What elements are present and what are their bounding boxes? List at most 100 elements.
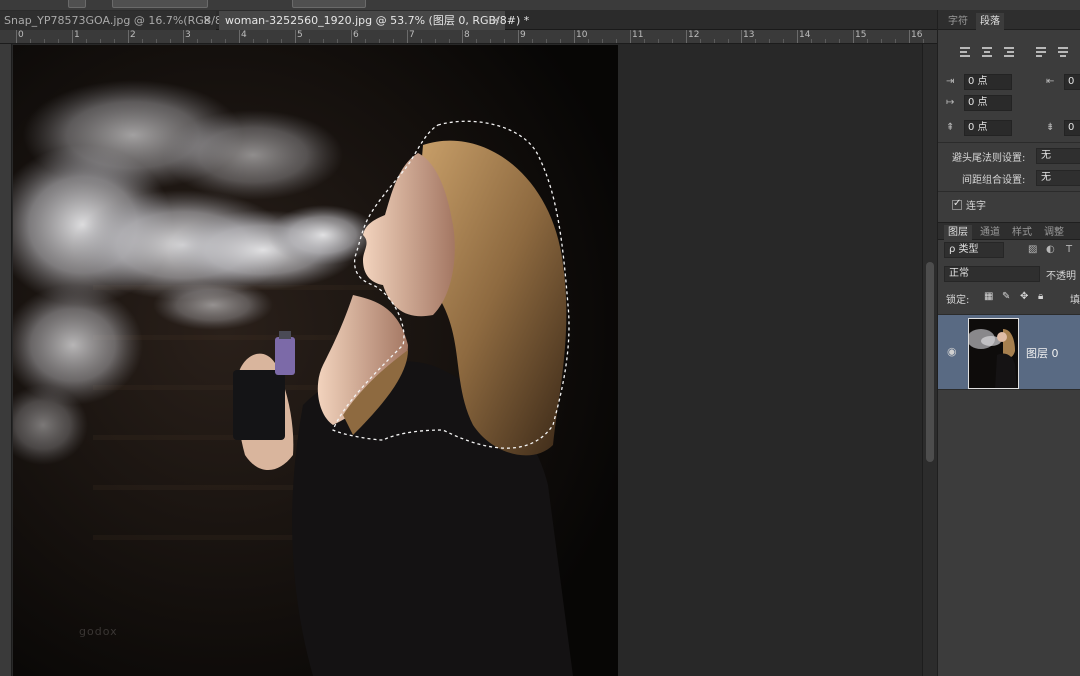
indent-right-input[interactable]: 0 bbox=[1064, 74, 1080, 90]
close-icon[interactable]: × bbox=[492, 11, 500, 30]
ruler-minor-tick bbox=[323, 39, 324, 43]
layer-filter-row: ρ 类型 ▨ ◐ T bbox=[944, 242, 1080, 258]
space-before-row: ⇞ 0 点 bbox=[946, 120, 1026, 138]
tool-option-field[interactable] bbox=[112, 0, 208, 8]
tab-paragraph[interactable]: 段落 bbox=[976, 13, 1004, 30]
tab-character[interactable]: 字符 bbox=[944, 13, 972, 30]
space-after-row: ⇟ 0 bbox=[1046, 120, 1080, 138]
type-filter-icon[interactable]: T bbox=[1066, 244, 1072, 255]
ruler-tick bbox=[16, 30, 17, 43]
ruler-minor-tick bbox=[114, 39, 115, 43]
blend-mode-select[interactable]: 正常 bbox=[944, 266, 1040, 282]
close-icon[interactable]: × bbox=[203, 11, 211, 30]
first-line-indent-icon: ↦ bbox=[946, 97, 955, 108]
tab-layers[interactable]: 图层 bbox=[944, 225, 972, 241]
ruler-label: 1 bbox=[74, 30, 80, 40]
document-tab-woman[interactable]: woman-3252560_1920.jpg @ 53.7% (图层 0, RG… bbox=[219, 11, 529, 30]
vertical-scrollbar[interactable] bbox=[922, 44, 937, 676]
ruler-minor-tick bbox=[197, 39, 198, 43]
mojikumi-select[interactable]: 无 bbox=[1036, 170, 1080, 186]
layer-thumbnail[interactable] bbox=[968, 318, 1019, 389]
ruler-minor-tick bbox=[504, 39, 505, 43]
indent-left-row: ⇥ 0 点 bbox=[946, 74, 1026, 92]
ruler-label: 10 bbox=[576, 30, 588, 40]
ruler-minor-tick bbox=[435, 39, 436, 43]
ruler-label: 4 bbox=[241, 30, 247, 40]
divider bbox=[938, 142, 1080, 143]
ruler-tick bbox=[909, 30, 910, 43]
ruler-minor-tick bbox=[267, 39, 268, 43]
ruler-tick bbox=[295, 30, 296, 43]
ruler-tick bbox=[239, 30, 240, 43]
tab-label: Snap_YP78573GOA.jpg @ 16.7%(RGB/8#) bbox=[4, 14, 236, 27]
watermark-text: godox bbox=[79, 625, 118, 638]
ruler-minor-tick bbox=[714, 39, 715, 43]
ruler-minor-tick bbox=[839, 39, 840, 43]
tool-option-button[interactable] bbox=[292, 0, 366, 8]
ruler-tick bbox=[462, 30, 463, 43]
ruler-minor-tick bbox=[546, 39, 547, 43]
layer-row[interactable]: ◉ 图层 0 bbox=[938, 314, 1080, 390]
tab-channels[interactable]: 通道 bbox=[976, 225, 1004, 241]
ruler-minor-tick bbox=[253, 39, 254, 43]
ruler-label: 9 bbox=[520, 30, 526, 40]
ruler-minor-tick bbox=[602, 39, 603, 43]
space-after-input[interactable]: 0 bbox=[1064, 120, 1080, 136]
document-tab-snap[interactable]: Snap_YP78573GOA.jpg @ 16.7%(RGB/8#) × bbox=[0, 11, 236, 30]
justify-center-icon[interactable] bbox=[1056, 45, 1070, 59]
image-filter-icon[interactable]: ▨ bbox=[1028, 244, 1037, 255]
ruler-tick bbox=[183, 30, 184, 43]
ruler-minor-tick bbox=[44, 39, 45, 43]
ruler-minor-tick bbox=[644, 39, 645, 43]
tab-styles[interactable]: 样式 bbox=[1008, 225, 1036, 241]
align-left-icon[interactable] bbox=[958, 45, 972, 59]
document-tab-bar: Snap_YP78573GOA.jpg @ 16.7%(RGB/8#) × wo… bbox=[0, 10, 937, 30]
ruler-tick bbox=[630, 30, 631, 43]
eye-icon[interactable]: ◉ bbox=[947, 345, 957, 358]
ruler-minor-tick bbox=[881, 39, 882, 43]
lock-all-icon[interactable]: 🔒︎ bbox=[1038, 291, 1043, 302]
ruler-tick bbox=[797, 30, 798, 43]
ruler-minor-tick bbox=[309, 39, 310, 43]
indent-left-input[interactable]: 0 点 bbox=[964, 74, 1012, 90]
kinsoku-row: 避头尾法则设置: 无 bbox=[952, 148, 1080, 164]
ruler-tick bbox=[72, 30, 73, 43]
ruler-minor-tick bbox=[755, 39, 756, 43]
lock-brush-icon[interactable]: ✎ bbox=[1002, 291, 1010, 302]
ruler-minor-tick bbox=[672, 39, 673, 43]
kinsoku-label: 避头尾法则设置: bbox=[952, 153, 1026, 164]
layer-name[interactable]: 图层 0 bbox=[1026, 345, 1059, 361]
vertical-ruler[interactable] bbox=[0, 44, 12, 676]
hyphenate-checkbox[interactable]: 连字 bbox=[952, 197, 986, 212]
adjustment-filter-icon[interactable]: ◐ bbox=[1046, 244, 1055, 255]
align-center-icon[interactable] bbox=[980, 45, 994, 59]
ruler-label: 2 bbox=[130, 30, 136, 40]
first-line-indent-row: ↦ 0 点 bbox=[946, 95, 1026, 113]
space-after-icon: ⇟ bbox=[1046, 122, 1055, 133]
tab-adjustments[interactable]: 调整 bbox=[1040, 225, 1068, 241]
space-before-icon: ⇞ bbox=[946, 122, 955, 133]
ruler-tick bbox=[128, 30, 129, 43]
lock-move-icon[interactable]: ✥ bbox=[1020, 291, 1028, 302]
layer-kind-filter[interactable]: ρ 类型 bbox=[944, 242, 1004, 258]
ruler-minor-tick bbox=[337, 39, 338, 43]
first-line-indent-input[interactable]: 0 点 bbox=[964, 95, 1012, 111]
align-right-icon[interactable] bbox=[1002, 45, 1016, 59]
space-before-input[interactable]: 0 点 bbox=[964, 120, 1012, 136]
kinsoku-select[interactable]: 无 bbox=[1036, 148, 1080, 164]
ruler-tick bbox=[574, 30, 575, 43]
indent-right-row: ⇤ 0 bbox=[1046, 74, 1080, 92]
ruler-minor-tick bbox=[476, 39, 477, 43]
justify-left-icon[interactable] bbox=[1034, 45, 1048, 59]
document-image[interactable]: godox bbox=[13, 45, 618, 676]
ruler-minor-tick bbox=[783, 39, 784, 43]
fill-label: 填 bbox=[1070, 295, 1080, 306]
horizontal-ruler[interactable]: 0 1 2 3 4 5 6 7 8 9 10 11 12 13 14 15 16 bbox=[0, 30, 937, 44]
ruler-tick bbox=[853, 30, 854, 43]
tool-option-chip[interactable] bbox=[68, 0, 86, 8]
scrollbar-thumb[interactable] bbox=[926, 262, 934, 462]
lock-transparent-icon[interactable]: ▦ bbox=[984, 291, 993, 302]
canvas-area[interactable]: godox bbox=[12, 44, 922, 676]
checkbox-icon[interactable] bbox=[952, 198, 962, 210]
ruler-minor-tick bbox=[658, 39, 659, 43]
